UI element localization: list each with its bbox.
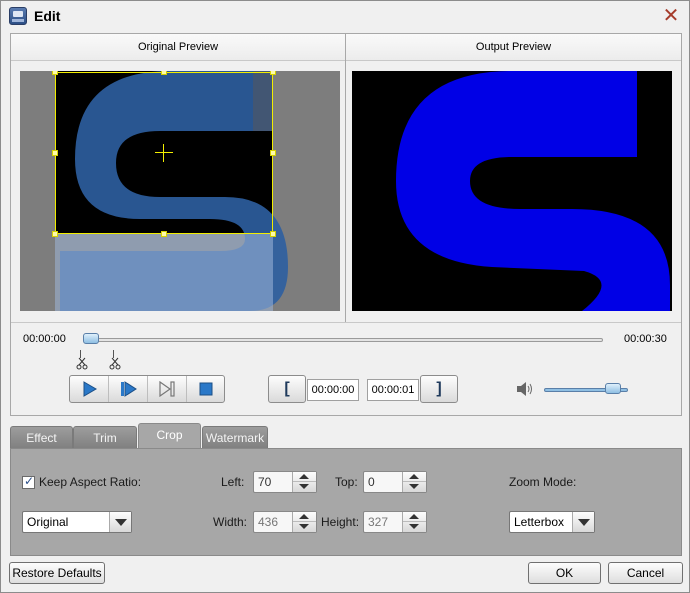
width-label: Width: (213, 515, 248, 529)
timeline-start-time: 00:00:00 (23, 333, 66, 345)
volume-thumb[interactable] (605, 383, 622, 394)
title-bar: Edit ✕ (1, 1, 689, 31)
ok-button[interactable]: OK (528, 562, 601, 584)
width-spinner[interactable]: 436 (253, 511, 317, 533)
top-decrement-button[interactable] (403, 482, 426, 492)
zoom-mode-select[interactable]: Letterbox (509, 511, 595, 533)
top-spinner[interactable]: 0 (363, 471, 427, 493)
width-value[interactable]: 436 (258, 515, 278, 529)
stop-button[interactable] (186, 376, 224, 402)
left-spin-buttons (292, 472, 316, 492)
preview-divider (11, 322, 681, 323)
aspect-ratio-value: Original (27, 515, 69, 529)
set-start-button[interactable]: [ (268, 375, 306, 403)
output-preview-pane: Output Preview (346, 34, 681, 322)
tab-trim[interactable]: Trim (73, 426, 137, 449)
height-value[interactable]: 327 (368, 515, 388, 529)
crop-handle-left[interactable] (52, 150, 58, 156)
step-forward-icon (120, 381, 137, 397)
width-increment-button[interactable] (293, 512, 316, 522)
play-icon (83, 381, 97, 397)
height-spin-buttons (402, 512, 426, 532)
original-preview-image[interactable] (20, 71, 340, 311)
crop-center-crosshair-vertical[interactable] (163, 144, 164, 162)
speaker-icon[interactable] (516, 381, 534, 397)
crop-handle-right[interactable] (270, 150, 276, 156)
keep-aspect-label: Keep Aspect Ratio: (39, 475, 142, 489)
aspect-ratio-select[interactable]: Original (22, 511, 132, 533)
last-frame-button[interactable] (147, 376, 185, 402)
width-spin-buttons (292, 512, 316, 532)
chevron-down-icon (572, 512, 594, 532)
crop-handle-top-right[interactable] (270, 71, 276, 75)
app-icon (9, 7, 27, 25)
playback-controls (69, 375, 225, 403)
end-time-field[interactable]: 00:00:01 (367, 379, 419, 401)
height-increment-button[interactable] (403, 512, 426, 522)
start-time-field[interactable]: 00:00:00 (307, 379, 359, 401)
window-title: Edit (34, 8, 61, 24)
tab-effect[interactable]: Effect (10, 426, 73, 449)
tab-watermark[interactable]: Watermark (202, 426, 268, 449)
top-label: Top: (335, 475, 358, 489)
preview-panel: Original Preview Output Preview 00:00:00… (10, 33, 682, 416)
mark-out-marker[interactable] (108, 350, 122, 372)
crop-handle-bottom-right[interactable] (270, 231, 276, 237)
mark-in-marker[interactable] (75, 350, 89, 372)
height-decrement-button[interactable] (403, 522, 426, 532)
next-frame-button[interactable] (108, 376, 146, 402)
top-spin-buttons (402, 472, 426, 492)
timeline-thumb[interactable] (83, 333, 99, 344)
original-preview-pane: Original Preview (11, 34, 346, 322)
tab-crop[interactable]: Crop (138, 423, 201, 450)
skip-end-icon (158, 381, 175, 397)
height-label: Height: (321, 515, 360, 529)
crop-panel: Keep Aspect Ratio: Original Left: 70 Top… (10, 448, 682, 556)
original-preview-label: Original Preview (11, 34, 345, 61)
left-spinner[interactable]: 70 (253, 471, 317, 493)
left-label: Left: (221, 475, 245, 489)
left-value[interactable]: 70 (258, 475, 271, 489)
keep-aspect-checkbox[interactable] (22, 474, 35, 489)
set-end-button[interactable]: ] (420, 375, 458, 403)
play-button[interactable] (70, 376, 108, 402)
zoom-mode-label: Zoom Mode: (509, 475, 577, 489)
restore-defaults-button[interactable]: Restore Defaults (9, 562, 105, 584)
stop-icon (199, 382, 212, 396)
crop-handle-bottom-left[interactable] (52, 231, 58, 237)
height-spinner[interactable]: 327 (363, 511, 427, 533)
top-increment-button[interactable] (403, 472, 426, 482)
crop-rectangle[interactable] (55, 72, 273, 234)
cancel-button[interactable]: Cancel (608, 562, 683, 584)
chevron-down-icon (109, 512, 131, 532)
crop-handle-top-left[interactable] (52, 71, 58, 75)
top-value[interactable]: 0 (368, 475, 375, 489)
zoom-mode-value: Letterbox (514, 515, 565, 529)
scissors-icon (76, 357, 88, 370)
close-button[interactable]: ✕ (661, 6, 681, 26)
output-preview-label: Output Preview (346, 34, 681, 61)
crop-center-crosshair[interactable] (155, 152, 173, 153)
crop-handle-top[interactable] (161, 71, 167, 75)
left-increment-button[interactable] (293, 472, 316, 482)
left-decrement-button[interactable] (293, 482, 316, 492)
output-preview-image (352, 71, 672, 311)
timeline-end-time: 00:00:30 (624, 333, 667, 345)
width-decrement-button[interactable] (293, 522, 316, 532)
scissors-icon (109, 357, 121, 370)
edit-dialog: Edit ✕ Original Preview Output Preview 0… (0, 0, 690, 593)
crop-handle-bottom[interactable] (161, 231, 167, 237)
output-s-graphic (352, 71, 672, 311)
timeline-track[interactable] (91, 338, 603, 342)
